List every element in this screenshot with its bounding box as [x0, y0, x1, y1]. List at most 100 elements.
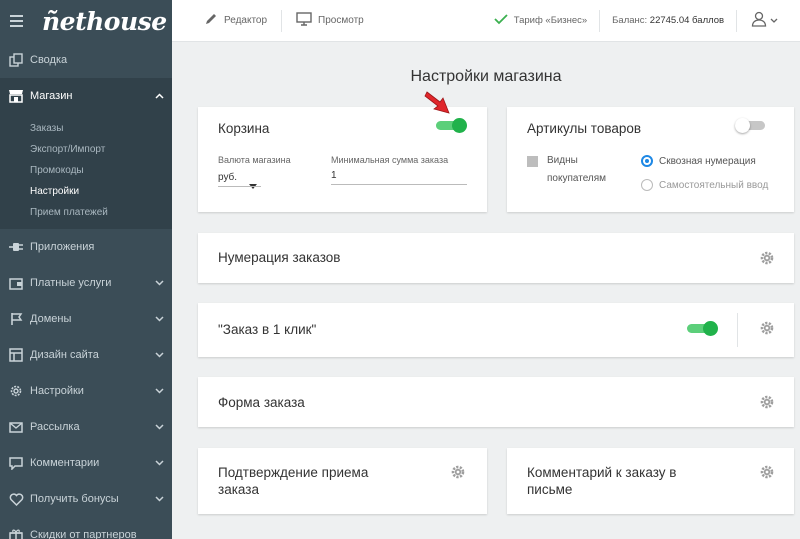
one-click-title: "Заказ в 1 клик": [218, 322, 317, 337]
radio-button[interactable]: [641, 155, 653, 167]
caret-down-icon: [249, 176, 257, 194]
sidebar-item-mailing[interactable]: Рассылка: [0, 409, 172, 445]
plug-icon: [0, 229, 30, 265]
sidebar-item-label: Получить бонусы: [30, 493, 119, 505]
sku-card: Артикулы товаров Видны покупателям Сквоз…: [507, 107, 794, 212]
min-sum-input[interactable]: 1: [331, 170, 337, 181]
order-numbering-title: Нумерация заказов: [218, 250, 341, 265]
radio-manual[interactable]: Самостоятельный ввод: [641, 179, 768, 191]
submenu-item-export-import[interactable]: Экспорт/Импорт: [0, 139, 172, 160]
radio-label: Сквозная нумерация: [659, 155, 756, 167]
confirmation-title-line1: Подтверждение приема: [218, 465, 369, 480]
chevron-down-icon: [146, 352, 172, 358]
sidebar: ñethouse Сводка Магазин Заказы Экспорт/И…: [0, 0, 172, 539]
visible-checkbox[interactable]: [527, 156, 538, 167]
chevron-down-icon: [770, 15, 778, 26]
shop-submenu: Заказы Экспорт/Импорт Промокоды Настройк…: [0, 114, 172, 229]
comment-icon: [0, 445, 30, 481]
sidebar-item-label: Комментарии: [30, 457, 100, 469]
tariff-link[interactable]: Тариф «Бизнес»: [494, 0, 587, 42]
gear-icon: [0, 373, 30, 409]
wallet-icon: [0, 265, 30, 301]
logo[interactable]: ñethouse: [42, 7, 167, 36]
chevron-down-icon: [146, 280, 172, 286]
sidebar-item-label: Настройки: [30, 385, 84, 397]
currency-label: Валюта магазина: [218, 155, 291, 165]
sidebar-item-domains[interactable]: Домены: [0, 301, 172, 337]
checkmark-icon: [494, 13, 508, 28]
menu-icon[interactable]: [0, 0, 30, 42]
cart-title: Корзина: [218, 121, 270, 136]
submenu-item-promocodes[interactable]: Промокоды: [0, 160, 172, 181]
comment-title-line1: Комментарий к заказу в: [527, 465, 677, 480]
divider: [737, 313, 738, 347]
sidebar-item-comments[interactable]: Комментарии: [0, 445, 172, 481]
order-comment-card[interactable]: Комментарий к заказу в письме: [507, 448, 794, 514]
chevron-down-icon: [146, 460, 172, 466]
one-click-toggle[interactable]: [687, 321, 719, 336]
submenu-item-settings[interactable]: Настройки: [0, 181, 172, 202]
sidebar-item-bonuses[interactable]: Получить бонусы: [0, 481, 172, 517]
chevron-down-icon: [146, 496, 172, 502]
monitor-icon: [296, 12, 312, 29]
editor-label: Редактор: [224, 15, 268, 26]
confirmation-title-line2: заказа: [218, 482, 259, 497]
gear-icon[interactable]: [760, 395, 774, 409]
gear-icon[interactable]: [451, 465, 465, 479]
submenu-item-payments[interactable]: Прием платежей: [0, 202, 172, 223]
sidebar-item-apps[interactable]: Приложения: [0, 229, 172, 265]
sidebar-item-label: Приложения: [30, 241, 95, 253]
sidebar-header: ñethouse: [0, 0, 172, 42]
min-sum-label: Минимальная сумма заказа: [331, 155, 449, 165]
editor-button[interactable]: Редактор: [204, 0, 267, 42]
layout-icon: [0, 337, 30, 373]
currency-underline: [218, 186, 261, 187]
order-numbering-card[interactable]: Нумерация заказов: [198, 233, 794, 283]
header-divider: [599, 9, 601, 32]
sidebar-item-paid-services[interactable]: Платные услуги: [0, 265, 172, 301]
currency-select[interactable]: руб.: [218, 172, 237, 183]
user-menu[interactable]: [751, 11, 778, 30]
sidebar-item-summary[interactable]: Сводка: [0, 42, 172, 78]
preview-button[interactable]: Просмотр: [296, 0, 364, 42]
radio-continuous[interactable]: Сквозная нумерация: [641, 155, 756, 167]
pencil-icon: [204, 12, 218, 29]
sidebar-item-label: Скидки от партнеров: [30, 529, 137, 539]
page-title: Настройки магазина: [410, 68, 562, 85]
gear-icon[interactable]: [760, 321, 774, 335]
sidebar-item-label: Дизайн сайта: [30, 349, 99, 361]
radio-button[interactable]: [641, 179, 653, 191]
chevron-down-icon: [146, 388, 172, 394]
one-click-card: "Заказ в 1 клик": [198, 303, 794, 357]
sku-toggle[interactable]: [735, 118, 767, 133]
sidebar-item-shop[interactable]: Магазин: [0, 78, 172, 114]
order-form-card[interactable]: Форма заказа: [198, 377, 794, 427]
gear-icon[interactable]: [760, 251, 774, 265]
min-sum-underline: [331, 184, 467, 185]
header-divider: [736, 9, 738, 32]
order-confirmation-card[interactable]: Подтверждение приема заказа: [198, 448, 487, 514]
user-icon: [751, 11, 767, 30]
sidebar-item-partner-discounts[interactable]: Скидки от партнеров: [0, 517, 172, 539]
sidebar-item-label: Сводка: [30, 54, 68, 66]
radio-label: Самостоятельный ввод: [659, 179, 769, 191]
sidebar-item-settings[interactable]: Настройки: [0, 373, 172, 409]
comment-title-line2: письме: [527, 482, 573, 497]
store-icon: [0, 78, 30, 114]
gear-icon[interactable]: [760, 465, 774, 479]
sidebar-item-label: Домены: [30, 313, 72, 325]
header-divider: [281, 9, 283, 32]
sidebar-item-design[interactable]: Дизайн сайта: [0, 337, 172, 373]
flag-icon: [0, 301, 30, 337]
submenu-item-orders[interactable]: Заказы: [0, 118, 172, 139]
balance: Баланс: 22745.04 баллов: [612, 15, 724, 26]
order-form-title: Форма заказа: [218, 395, 305, 410]
tariff-label: Тариф «Бизнес»: [513, 15, 588, 26]
balance-label: Баланс:: [612, 15, 648, 26]
visible-label-1: Видны: [547, 155, 578, 166]
copy-icon: [0, 42, 30, 78]
top-bar: Редактор Просмотр Тариф «Бизнес» Баланс:…: [172, 0, 800, 42]
chevron-up-icon: [146, 93, 172, 99]
sidebar-item-label: Рассылка: [30, 421, 80, 433]
heart-icon: [0, 481, 30, 517]
